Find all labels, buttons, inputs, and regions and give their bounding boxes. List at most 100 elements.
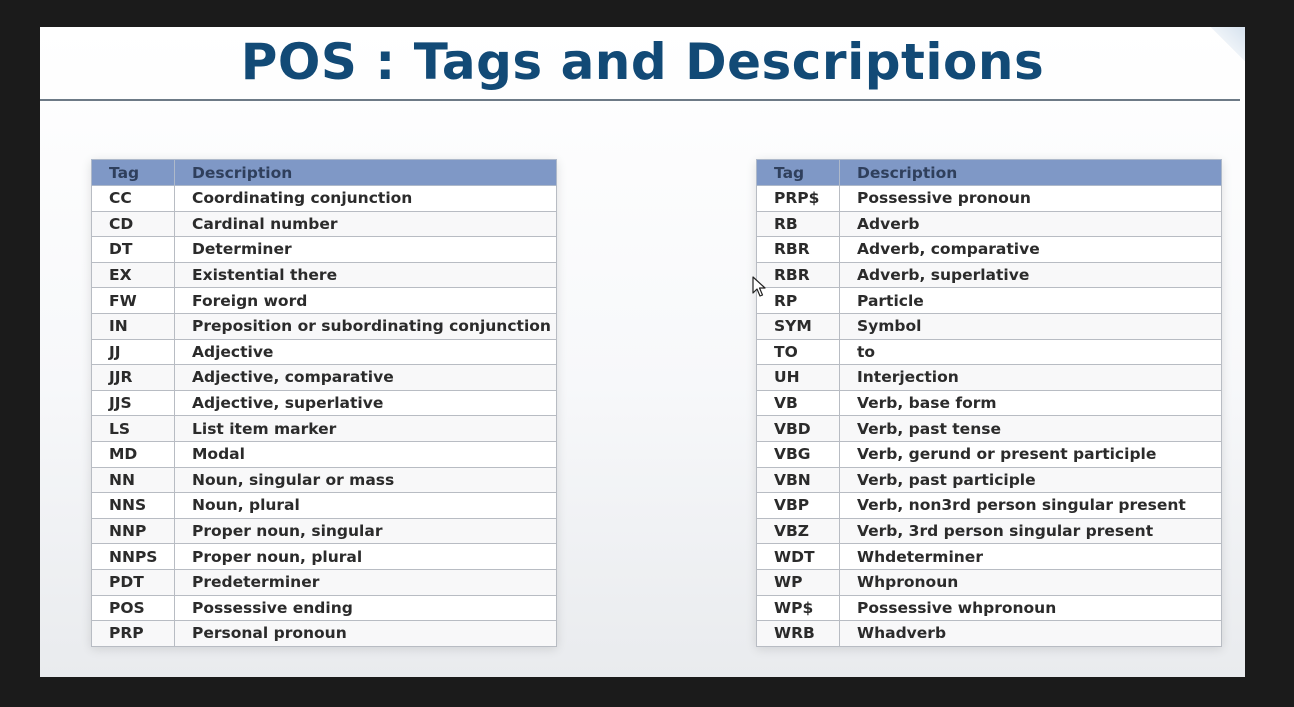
table-row: VBG Verb, gerund or present participle xyxy=(756,440,1222,468)
table-row: LS List item marker xyxy=(91,415,557,442)
table-header-row: Tag Description xyxy=(91,159,557,186)
description-cell: Noun, singular or mass xyxy=(174,466,557,494)
description-cell: Possessive ending xyxy=(174,594,557,622)
table-row: SYM Symbol xyxy=(756,312,1222,340)
tag-cell: RP xyxy=(756,287,840,314)
table-row: NN Noun, singular or mass xyxy=(91,466,557,494)
tag-cell: NNS xyxy=(91,492,175,519)
table-row: WDT Whdeterminer xyxy=(756,543,1222,570)
table-row: PRP Personal pronoun xyxy=(91,620,557,647)
description-cell: Particle xyxy=(839,287,1222,314)
tag-cell: RBR xyxy=(756,261,840,289)
table-row: DT Determiner xyxy=(91,236,557,263)
description-cell: Proper noun, singular xyxy=(174,517,557,545)
table-row: RBR Adverb, superlative xyxy=(756,261,1222,289)
page-title: POS : Tags and Descriptions xyxy=(240,33,1045,91)
title-divider xyxy=(40,99,1240,101)
description-cell: Modal xyxy=(174,440,557,468)
description-cell: Adverb, comparative xyxy=(839,236,1222,263)
description-cell: to xyxy=(839,338,1222,366)
table-row: RP Particle xyxy=(756,287,1222,314)
table-row: WRB Whadverb xyxy=(756,620,1222,647)
description-cell: Verb, past participle xyxy=(839,466,1222,494)
table-row: EX Existential there xyxy=(91,261,557,289)
description-cell: Verb, past tense xyxy=(839,415,1222,442)
description-cell: Adjective, comparative xyxy=(174,364,557,391)
tag-cell: NNPS xyxy=(91,543,175,570)
tag-cell: VBN xyxy=(756,466,840,494)
tag-cell: CD xyxy=(91,210,175,238)
table-row: MD Modal xyxy=(91,440,557,468)
table-row: CC Coordinating conjunction xyxy=(91,185,557,212)
description-cell: Whdeterminer xyxy=(839,543,1222,570)
description-cell: Existential there xyxy=(174,261,557,289)
tag-cell: RB xyxy=(756,210,840,238)
slide: POS : Tags and Descriptions Tag Descript… xyxy=(40,27,1245,677)
description-cell: Predeterminer xyxy=(174,568,557,596)
table-row: PRP$ Possessive pronoun xyxy=(756,185,1222,212)
table-row: RB Adverb xyxy=(756,210,1222,238)
mouse-pointer-icon xyxy=(752,276,766,297)
table-row: JJS Adjective, superlative xyxy=(91,389,557,417)
tag-cell: IN xyxy=(91,312,175,340)
pos-table-right: Tag Description PRP$ Possessive pronoun RB… xyxy=(756,159,1222,647)
tag-cell: RBR xyxy=(756,236,840,263)
description-cell: Adjective xyxy=(174,338,557,366)
description-cell: Whpronoun xyxy=(839,568,1222,596)
table-row: NNPS Proper noun, plural xyxy=(91,543,557,570)
tag-cell: SYM xyxy=(756,312,840,340)
description-cell: Cardinal number xyxy=(174,210,557,238)
tag-cell: VBG xyxy=(756,440,840,468)
tag-cell: WDT xyxy=(756,543,840,570)
table-row: NNP Proper noun, singular xyxy=(91,517,557,545)
table-row: JJR Adjective, comparative xyxy=(91,364,557,391)
table-row: WP$ Possessive whpronoun xyxy=(756,594,1222,622)
tag-cell: WP$ xyxy=(756,594,840,622)
description-cell: Verb, 3rd person singular present xyxy=(839,517,1222,545)
table-row: TO to xyxy=(756,338,1222,366)
column-header-description: Description xyxy=(839,159,1222,186)
table-row: RBR Adverb, comparative xyxy=(756,236,1222,263)
pos-table-left: Tag Description CC Coordinating conjuncti… xyxy=(91,159,557,647)
table-row: VB Verb, base form xyxy=(756,389,1222,417)
pos-table-right-body: PRP$ Possessive pronoun RB Adverb RBR Adverb,… xyxy=(756,185,1222,647)
description-cell: Symbol xyxy=(839,312,1222,340)
table-row: VBN Verb, past participle xyxy=(756,466,1222,494)
description-cell: Verb, non3rd person singular present xyxy=(839,492,1222,519)
tag-cell: NN xyxy=(91,466,175,494)
description-cell: Foreign word xyxy=(174,287,557,314)
description-cell: Coordinating conjunction xyxy=(174,185,557,212)
tag-cell: EX xyxy=(91,261,175,289)
table-row: UH Interjection xyxy=(756,364,1222,391)
table-row: CD Cardinal number xyxy=(91,210,557,238)
description-cell: Proper noun, plural xyxy=(174,543,557,570)
description-cell: List item marker xyxy=(174,415,557,442)
tag-cell: WP xyxy=(756,568,840,596)
table-row: POS Possessive ending xyxy=(91,594,557,622)
description-cell: Adjective, superlative xyxy=(174,389,557,417)
pos-table-left-body: CC Coordinating conjunction CD Cardinal num… xyxy=(91,185,557,647)
description-cell: Possessive pronoun xyxy=(839,185,1222,212)
description-cell: Verb, base form xyxy=(839,389,1222,417)
tag-cell: DT xyxy=(91,236,175,263)
column-header-description: Description xyxy=(174,159,557,186)
tag-cell: PRP xyxy=(91,620,175,647)
table-row: IN Preposition or subordinating conjuncti… xyxy=(91,312,557,340)
description-cell: Possessive whpronoun xyxy=(839,594,1222,622)
tag-cell: JJ xyxy=(91,338,175,366)
column-header-tag: Tag xyxy=(756,159,840,186)
description-cell: Noun, plural xyxy=(174,492,557,519)
description-cell: Personal pronoun xyxy=(174,620,557,647)
table-row: VBZ Verb, 3rd person singular present xyxy=(756,517,1222,545)
tag-cell: VBP xyxy=(756,492,840,519)
tag-cell: JJS xyxy=(91,389,175,417)
tag-cell: TO xyxy=(756,338,840,366)
tag-cell: VB xyxy=(756,389,840,417)
description-cell: Adverb, superlative xyxy=(839,261,1222,289)
description-cell: Verb, gerund or present participle xyxy=(839,440,1222,468)
description-cell: Preposition or subordinating conjunction xyxy=(174,312,557,340)
tag-cell: LS xyxy=(91,415,175,442)
table-row: NNS Noun, plural xyxy=(91,492,557,519)
table-header-row: Tag Description xyxy=(756,159,1222,186)
table-row: VBP Verb, non3rd person singular present xyxy=(756,492,1222,519)
